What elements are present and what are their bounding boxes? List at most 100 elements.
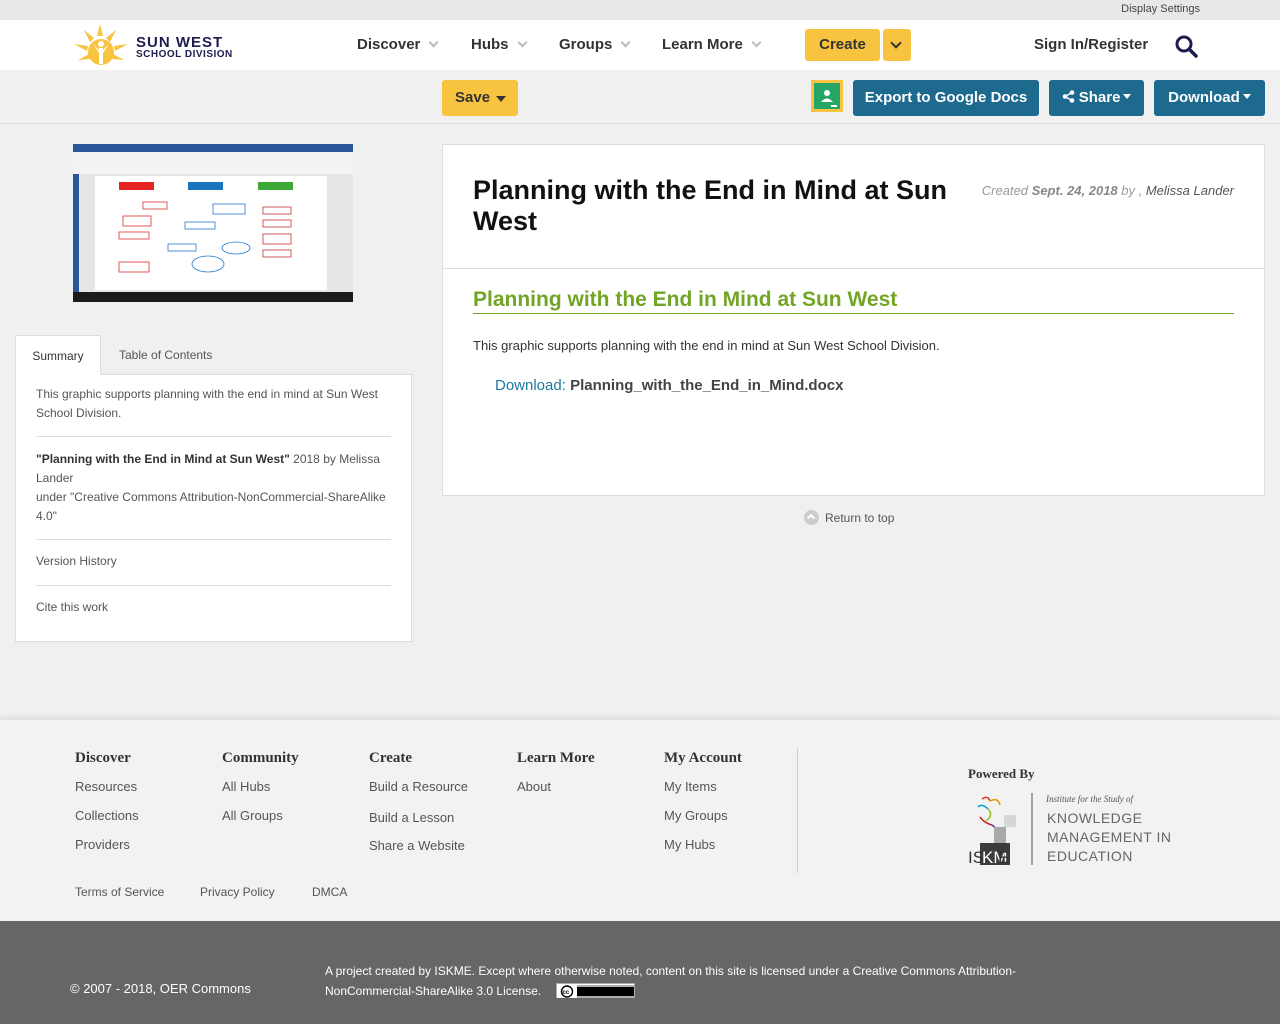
footer-link-share-website[interactable]: Share a Website	[369, 838, 465, 853]
footer-link-terms[interactable]: Terms of Service	[75, 885, 164, 899]
footer-link-all-groups[interactable]: All Groups	[222, 808, 283, 823]
footer-my-account-title: My Account	[664, 750, 742, 766]
export-google-docs-button[interactable]: Export to Google Docs	[853, 80, 1039, 116]
footer-community-title: Community	[222, 750, 299, 766]
iskme-logo[interactable]: IS KM E Institute for the Study of KNOWL…	[968, 793, 1178, 869]
iskme-tagline: Institute for the Study of	[1046, 794, 1133, 804]
site-header: SUN WEST SCHOOL DIVISION Discover Hubs G…	[0, 20, 1280, 70]
chevron-down-icon	[620, 37, 631, 48]
summary-panel: This graphic supports planning with the …	[15, 374, 412, 642]
nav-groups-label: Groups	[559, 36, 613, 53]
download-row: Download: Planning_with_the_End_in_Mind.…	[495, 377, 843, 394]
tab-table-of-contents[interactable]: Table of Contents	[119, 335, 212, 375]
footer-link-build-resource[interactable]: Build a Resource	[369, 779, 468, 794]
iskme-name-line2: MANAGEMENT IN	[1047, 829, 1172, 845]
nav-discover[interactable]: Discover	[357, 36, 439, 53]
save-button-label: Save	[455, 89, 491, 106]
resource-thumbnail[interactable]	[73, 144, 353, 302]
nav-learn-more-label: Learn More	[662, 36, 743, 53]
created-prefix: Created	[981, 183, 1032, 198]
google-classroom-icon[interactable]	[811, 80, 843, 112]
nav-groups[interactable]: Groups	[559, 36, 631, 53]
chevron-down-icon	[517, 37, 527, 48]
footer-link-about[interactable]: About	[517, 779, 551, 794]
page-title: Planning with the End in Mind at Sun Wes…	[473, 175, 947, 236]
resource-description: This graphic supports planning with the …	[473, 338, 940, 353]
footer-link-build-lesson[interactable]: Build a Lesson	[369, 810, 454, 825]
footer-link-my-groups[interactable]: My Groups	[664, 808, 728, 823]
footer-link-privacy[interactable]: Privacy Policy	[200, 885, 275, 899]
license-notice: A project created by ISKME. Except where…	[325, 961, 1065, 1001]
footer-link-providers[interactable]: Providers	[75, 837, 130, 852]
sun-logo-icon	[74, 24, 128, 65]
footer-link-my-items[interactable]: My Items	[664, 779, 717, 794]
share-button-label: Share	[1078, 89, 1121, 106]
share-icon	[1062, 90, 1074, 103]
resource-toolbar: Save Export to Google Docs Share Downloa…	[0, 70, 1280, 124]
summary-text: This graphic supports planning with the …	[36, 387, 378, 420]
powered-by-label: Powered By	[968, 766, 1035, 781]
cc-by-nc-sa-icon: cc	[557, 985, 635, 998]
footer-link-dmca[interactable]: DMCA	[312, 885, 347, 899]
created-date: Sept. 24, 2018	[1031, 183, 1118, 198]
site-footer: Discover Resources Collections Providers…	[0, 718, 1280, 922]
footer-link-collections[interactable]: Collections	[75, 808, 139, 823]
nav-discover-label: Discover	[357, 36, 421, 53]
iskme-name-line3: EDUCATION	[1047, 848, 1133, 864]
nav-learn-more[interactable]: Learn More	[662, 36, 762, 53]
download-button-label: Download	[1168, 89, 1240, 106]
signin-register-link[interactable]: Sign In/Register	[1034, 36, 1148, 53]
resource-card: Planning with the End in Mind at Sun Wes…	[442, 144, 1265, 496]
display-strip: Display Settings	[0, 0, 1280, 20]
cite-work-link[interactable]: Cite this work	[36, 598, 392, 617]
share-button[interactable]: Share	[1049, 80, 1144, 116]
nav-hubs[interactable]: Hubs	[471, 36, 527, 53]
footer-discover-title: Discover	[75, 750, 131, 766]
caret-down-icon	[1242, 94, 1251, 99]
license-text: A project created by ISKME. Except where…	[325, 964, 1017, 998]
tab-summary[interactable]: Summary	[15, 335, 101, 375]
created-by: by ,	[1117, 183, 1146, 198]
footer-link-my-hubs[interactable]: My Hubs	[664, 837, 715, 852]
create-dropdown-toggle[interactable]	[883, 29, 911, 61]
footer-link-all-hubs[interactable]: All Hubs	[222, 779, 270, 794]
search-icon[interactable]	[1174, 34, 1198, 58]
attribution-license: under "Creative Commons Attribution-NonC…	[36, 490, 386, 523]
attribution-block: "Planning with the End in Mind at Sun We…	[36, 450, 392, 526]
author-link[interactable]: Melissa Lander	[1146, 183, 1234, 198]
sun-west-logo[interactable]: SUN WEST SCHOOL DIVISION	[70, 22, 240, 67]
nav-hubs-label: Hubs	[471, 36, 509, 53]
chevron-down-icon	[751, 37, 762, 48]
divider	[36, 539, 391, 540]
create-button[interactable]: Create	[805, 29, 880, 61]
version-history-link[interactable]: Version History	[36, 552, 392, 571]
footer-link-resources[interactable]: Resources	[75, 779, 137, 794]
download-link-label[interactable]: Download:	[495, 377, 566, 394]
save-button[interactable]: Save	[442, 80, 518, 116]
footer-divider	[797, 748, 798, 873]
divider	[36, 436, 391, 437]
created-meta: Created Sept. 24, 2018 by , Melissa Land…	[982, 183, 1234, 198]
svg-text:E: E	[998, 848, 1009, 867]
section-title: Planning with the End in Mind at Sun Wes…	[473, 288, 1234, 314]
divider	[36, 585, 391, 586]
chevron-down-icon	[428, 37, 439, 48]
footer-learn-more-title: Learn More	[517, 750, 595, 766]
caret-down-icon	[1123, 94, 1132, 99]
download-file-link[interactable]: Planning_with_the_End_in_Mind.docx	[570, 377, 843, 394]
cc-license-badge[interactable]: cc	[556, 983, 636, 998]
return-to-top-link[interactable]: Return to top	[804, 510, 894, 525]
attribution-title: "Planning with the End in Mind at Sun We…	[36, 452, 290, 466]
footer-create-title: Create	[369, 750, 413, 766]
iskme-name-line1: KNOWLEDGE	[1047, 810, 1143, 826]
arrow-up-icon	[804, 510, 819, 525]
logo-subtitle: SCHOOL DIVISION	[136, 49, 233, 60]
display-settings-link[interactable]: Display Settings	[1121, 3, 1200, 15]
copyright-bar: © 2007 - 2018, OER Commons A project cre…	[0, 921, 1280, 1024]
caret-down-icon	[496, 96, 506, 102]
svg-text:cc: cc	[563, 990, 570, 996]
divider	[443, 268, 1264, 269]
return-to-top-label: Return to top	[825, 511, 895, 525]
copyright-text: © 2007 - 2018, OER Commons	[70, 981, 251, 996]
download-button[interactable]: Download	[1154, 80, 1265, 116]
